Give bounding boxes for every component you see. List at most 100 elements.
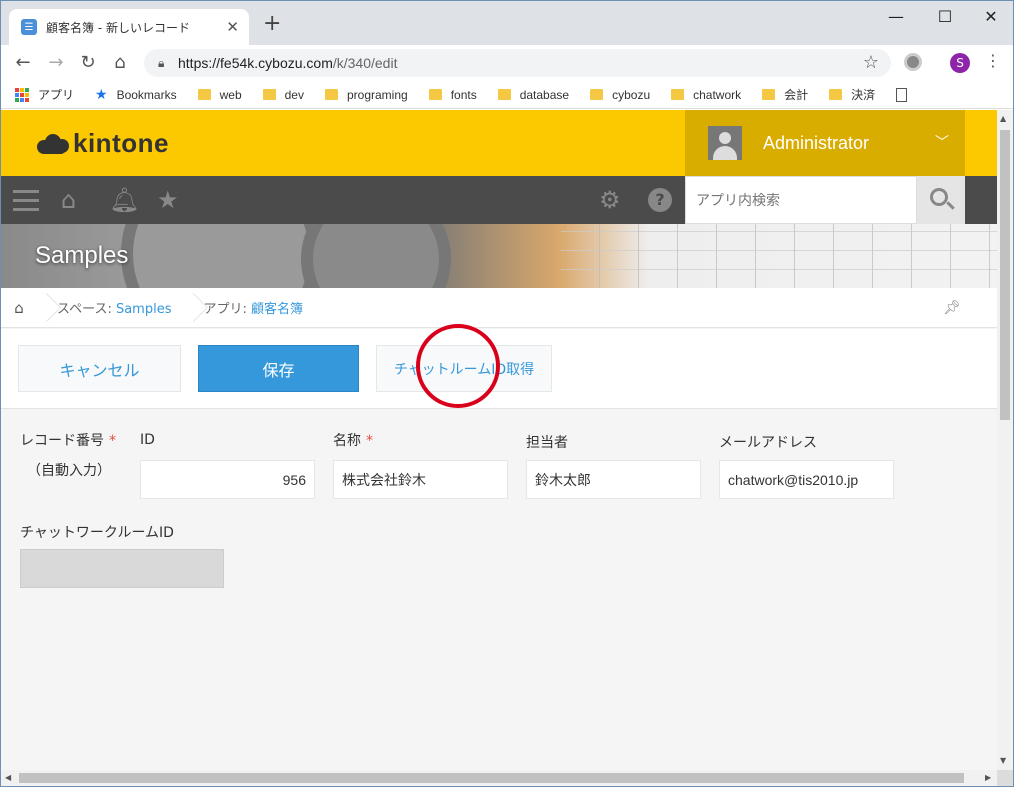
breadcrumb-app: アプリ: 顧客名簿: [203, 302, 304, 317]
close-window-icon[interactable]: ✕: [976, 7, 1006, 26]
forward-arrow-icon[interactable]: →: [44, 51, 68, 75]
record-form: レコード番号 * （自動入力） ID 956 名称 * 株式会社鈴木 担当者 鈴木太…: [1, 410, 997, 770]
scroll-left-arrow-icon[interactable]: ◀: [5, 773, 11, 782]
chevron-down-icon: ﹀: [935, 135, 949, 151]
bookmarks-bar: アプリ ★ Bookmarks web dev programing fonts …: [1, 81, 1013, 109]
document-icon: [896, 87, 908, 102]
id-label: ID: [140, 432, 155, 448]
folder-icon: [262, 89, 276, 100]
browser-tab[interactable]: ☰ 顧客名簿 - 新しいレコード ✕: [9, 9, 249, 45]
record-number-label: レコード番号 *: [20, 433, 116, 449]
lock-icon: 🔒︎: [158, 55, 165, 70]
bookmark-page[interactable]: [896, 87, 908, 102]
bookmark-folder[interactable]: chatwork: [671, 88, 741, 102]
browser-window: ☰ 顧客名簿 - 新しいレコード ✕ + — ☐ ✕ ← → ↻ ⌂ 🔒︎ ht…: [0, 0, 1014, 787]
apps-grid-icon: [15, 87, 29, 102]
email-field[interactable]: chatwork@tis2010.jp: [719, 460, 894, 499]
help-icon[interactable]: ?: [648, 188, 672, 212]
hamburger-menu-icon[interactable]: [13, 190, 39, 211]
maximize-icon[interactable]: ☐: [930, 7, 960, 26]
cancel-button[interactable]: キャンセル: [18, 345, 181, 392]
pin-icon[interactable]: 📌︎: [943, 300, 961, 316]
owner-label: 担当者: [526, 435, 568, 451]
owner-field[interactable]: 鈴木太郎: [526, 460, 701, 499]
annotation-circle: [416, 324, 500, 408]
scroll-right-arrow-icon[interactable]: ▶: [985, 773, 991, 782]
url-text: https://fe54k.cybozu.com/k/340/edit: [178, 55, 398, 71]
gear-decoration: [121, 224, 321, 288]
horizontal-scroll-thumb[interactable]: [19, 773, 964, 783]
folder-icon: [829, 89, 843, 100]
bookmark-folder[interactable]: fonts: [428, 88, 477, 102]
minimize-icon[interactable]: —: [881, 7, 911, 26]
home-icon[interactable]: ⌂: [61, 186, 76, 214]
bookmark-folder[interactable]: programing: [324, 88, 408, 102]
kintone-logo[interactable]: kintone: [37, 128, 169, 159]
user-menu[interactable]: Administrator ﹀: [685, 110, 965, 176]
bookmark-folder[interactable]: dev: [262, 88, 304, 102]
tab-close-icon[interactable]: ✕: [226, 18, 239, 36]
folder-icon: [762, 89, 776, 100]
blueprint-decoration: [561, 224, 997, 288]
bookmark-folder[interactable]: 会計: [762, 86, 808, 103]
id-field[interactable]: 956: [140, 460, 315, 499]
bookmark-bookmarks[interactable]: ★ Bookmarks: [95, 86, 177, 103]
profile-avatar[interactable]: S: [950, 53, 970, 73]
space-title: Samples: [35, 242, 129, 269]
kintone-header: kintone Administrator ﹀: [1, 110, 997, 176]
email-label: メールアドレス: [719, 435, 817, 451]
back-arrow-icon[interactable]: ←: [11, 51, 35, 75]
room-id-label: チャットワークルームID: [20, 525, 174, 541]
bookmark-folder[interactable]: 決済: [829, 86, 875, 103]
cloud-logo-icon: [37, 133, 69, 154]
kintone-page: kintone Administrator ﹀ ⌂ 🔔︎ ★ ⚙ ? Sa: [1, 110, 997, 770]
folder-icon: [324, 89, 338, 100]
space-banner: Samples: [1, 224, 997, 288]
bookmark-folder[interactable]: web: [197, 88, 242, 102]
bookmark-folder[interactable]: cybozu: [590, 88, 650, 102]
breadcrumb-app-link[interactable]: 顧客名簿: [251, 302, 303, 317]
name-field[interactable]: 株式会社鈴木: [333, 460, 508, 499]
app-search-input[interactable]: [685, 176, 917, 224]
star-icon[interactable]: ★: [157, 186, 179, 214]
user-name: Administrator: [763, 132, 870, 153]
scroll-down-arrow-icon[interactable]: ▼: [1000, 756, 1006, 765]
name-label: 名称 *: [333, 433, 373, 449]
breadcrumb: ⌂ スペース: Samples アプリ: 顧客名簿 📌︎: [1, 288, 997, 328]
folder-icon: [497, 89, 511, 100]
folder-icon: [428, 89, 442, 100]
bell-icon[interactable]: 🔔︎: [109, 186, 139, 214]
user-avatar-icon: [708, 126, 742, 160]
kintone-nav: ⌂ 🔔︎ ★ ⚙ ?: [1, 176, 997, 224]
breadcrumb-space: スペース: Samples: [57, 302, 172, 317]
menu-dots-icon[interactable]: ⋮: [985, 51, 1001, 70]
horizontal-scrollbar[interactable]: ◀ ▶: [1, 770, 997, 786]
bookmark-apps[interactable]: アプリ: [15, 86, 74, 103]
vertical-scrollbar[interactable]: ▲ ▼: [997, 110, 1013, 770]
bookmark-star-icon[interactable]: ☆: [863, 52, 879, 73]
app-favicon-icon: ☰: [21, 19, 37, 35]
bookmark-folder[interactable]: database: [497, 88, 569, 102]
scroll-up-arrow-icon[interactable]: ▲: [1000, 114, 1006, 123]
gear-icon[interactable]: ⚙: [599, 186, 621, 214]
extension-icon[interactable]: [904, 53, 922, 71]
new-tab-button[interactable]: +: [263, 13, 281, 35]
folder-icon: [197, 89, 211, 100]
browser-toolbar: ← → ↻ ⌂ 🔒︎ https://fe54k.cybozu.com/k/34…: [1, 45, 1013, 81]
gear-decoration: [301, 224, 451, 288]
address-bar[interactable]: 🔒︎ https://fe54k.cybozu.com/k/340/edit ☆: [144, 49, 891, 77]
scrollbar-corner: [997, 770, 1013, 786]
breadcrumb-space-link[interactable]: Samples: [116, 302, 172, 317]
folder-icon: [671, 89, 685, 100]
room-id-field: [20, 549, 224, 588]
vertical-scroll-thumb[interactable]: [1000, 130, 1010, 420]
home-icon[interactable]: ⌂: [108, 51, 132, 75]
star-icon: ★: [95, 86, 108, 102]
title-bar: ☰ 顧客名簿 - 新しいレコード ✕ + — ☐ ✕: [1, 1, 1013, 45]
search-button[interactable]: [917, 176, 965, 224]
tab-title: 顧客名簿 - 新しいレコード: [46, 20, 190, 35]
reload-icon[interactable]: ↻: [76, 51, 100, 75]
folder-icon: [590, 89, 604, 100]
auto-input-text: （自動入力）: [27, 463, 111, 479]
save-button[interactable]: 保存: [198, 345, 359, 392]
